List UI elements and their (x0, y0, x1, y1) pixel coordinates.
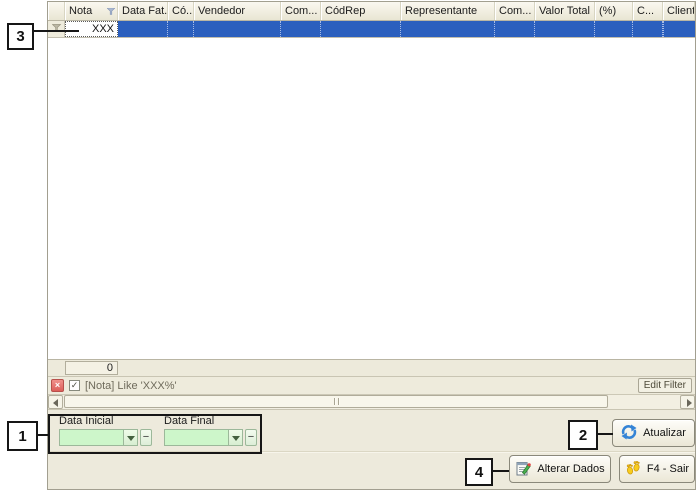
screenshot-root: Nota Data Fat. Có... Vendedor Com... Cód… (0, 0, 700, 493)
filter-expression: [Nota] Like 'XXX%' (85, 380, 177, 392)
callout-line-4 (493, 470, 509, 472)
row-filter-icon (52, 23, 61, 35)
filter-row-cell[interactable] (401, 21, 495, 37)
filter-enabled-checkbox[interactable]: ✓ (69, 380, 80, 391)
callout-rect-date-range (48, 414, 262, 454)
callout-line-2 (598, 433, 613, 435)
scroll-right-button[interactable] (680, 395, 695, 409)
summary-count: 0 (65, 361, 118, 375)
sair-label: F4 - Sair (647, 463, 689, 475)
check-icon: ✓ (71, 380, 79, 390)
scroll-thumb[interactable] (64, 395, 608, 408)
filter-panel: × ✓ [Nota] Like 'XXX%' Edit Filter (48, 376, 695, 394)
filter-row-cell[interactable] (168, 21, 194, 37)
scroll-grip (334, 398, 335, 405)
filter-row-cell[interactable] (118, 21, 168, 37)
callout-number-1: 1 (7, 421, 38, 451)
column-header-com1[interactable]: Com... (281, 2, 321, 20)
grid-filter-row: XXX (48, 21, 695, 38)
alterar-dados-button[interactable]: Alterar Dados (509, 455, 611, 483)
filter-row-cell[interactable] (281, 21, 321, 37)
column-header-c[interactable]: C... (633, 2, 663, 20)
column-header-data-fat[interactable]: Data Fat. (118, 2, 168, 20)
filter-funnel-icon[interactable] (107, 6, 115, 18)
column-header-codrep[interactable]: CódRep (321, 2, 401, 20)
column-header-vendedor[interactable]: Vendedor (194, 2, 281, 20)
row-indicator-header (48, 2, 65, 20)
row-indicator-cell (48, 21, 65, 37)
callout-line-1 (38, 434, 48, 436)
column-header-representante[interactable]: Representante (401, 2, 495, 20)
column-header-com2[interactable]: Com... (495, 2, 535, 20)
scroll-track[interactable] (64, 395, 679, 409)
filter-row-cell[interactable] (194, 21, 281, 37)
sair-button[interactable]: F4 - Sair (619, 455, 695, 483)
filter-row-cell[interactable] (595, 21, 633, 37)
filter-row-cell[interactable] (495, 21, 535, 37)
filter-row-cell[interactable] (663, 21, 664, 37)
alterar-dados-label: Alterar Dados (537, 463, 604, 475)
column-header-percent[interactable]: (%) (595, 2, 633, 20)
scroll-grip (338, 398, 339, 405)
refresh-icon (621, 424, 637, 443)
column-header-valor-total[interactable]: Valor Total (535, 2, 595, 20)
callout-number-4: 4 (465, 458, 493, 486)
column-header-cliente[interactable]: Cliente (663, 2, 695, 20)
edit-filter-button[interactable]: Edit Filter (638, 378, 692, 393)
edit-notepad-icon (515, 460, 531, 479)
horizontal-scrollbar (48, 394, 695, 409)
callout-line-3 (34, 30, 79, 32)
grid-column-headers: Nota Data Fat. Có... Vendedor Com... Cód… (48, 2, 695, 21)
column-header-co[interactable]: Có... (168, 2, 194, 20)
close-icon: × (55, 380, 60, 390)
column-header-nota[interactable]: Nota (65, 2, 118, 20)
grid-body (48, 38, 695, 359)
scroll-left-button[interactable] (48, 395, 63, 409)
atualizar-button[interactable]: Atualizar (612, 419, 695, 447)
column-header-label: Nota (69, 5, 92, 17)
grid-summary-footer: 0 (48, 359, 695, 376)
close-filter-button[interactable]: × (51, 379, 64, 392)
callout-number-3: 3 (7, 23, 34, 50)
filter-row-nota-cell[interactable]: XXX (65, 21, 118, 37)
filter-row-cell[interactable] (535, 21, 595, 37)
callout-number-2: 2 (568, 420, 598, 450)
filter-row-cell[interactable] (633, 21, 663, 37)
filter-row-cell[interactable] (321, 21, 401, 37)
footprints-icon (625, 460, 641, 479)
atualizar-label: Atualizar (643, 427, 686, 439)
